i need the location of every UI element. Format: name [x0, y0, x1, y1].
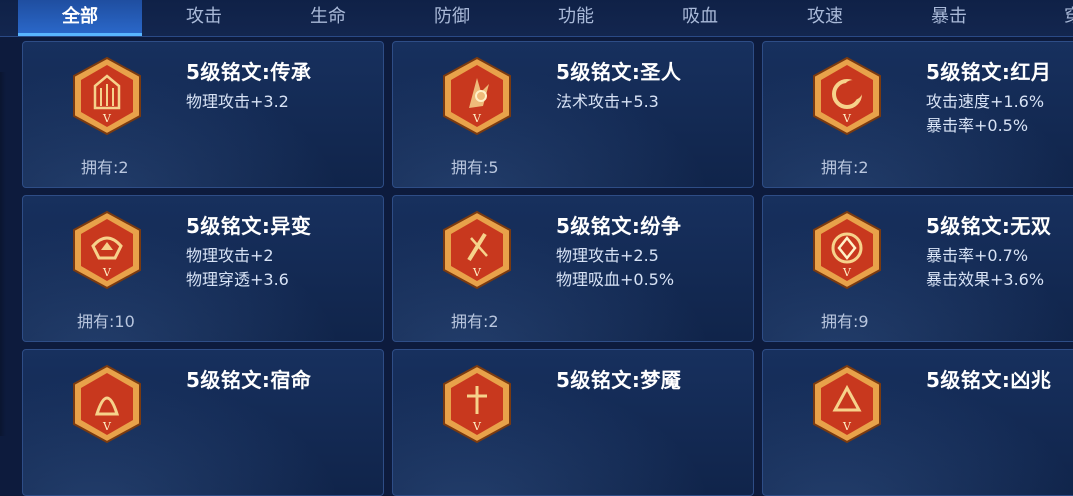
tab-health[interactable]: 生命 — [266, 0, 390, 36]
inscription-mengyan-icon: V — [441, 364, 513, 446]
inscription-name: 5级铭文:传承 — [186, 60, 312, 84]
tab-all[interactable]: 全部 — [18, 0, 142, 36]
owned-count: 拥有:10 — [77, 312, 135, 331]
level-glyph: V — [842, 112, 852, 125]
inscription-stat: 攻击速度+1.6% — [926, 92, 1045, 111]
level-glyph: V — [842, 266, 852, 279]
inscription-card[interactable]: V 5级铭文:无双暴击率+0.7% 暴击效果+3.6% 拥有:9 — [762, 195, 1073, 342]
inscription-stat: 物理攻击+3.2 — [186, 92, 289, 111]
owned-count: 拥有:2 — [451, 312, 499, 331]
inscription-wushuang-icon: V — [811, 210, 883, 292]
inscription-name: 5级铭文:凶兆 — [926, 368, 1052, 392]
inscription-name: 5级铭文:梦魇 — [556, 368, 682, 392]
inscription-stat: 物理穿透+3.6 — [186, 270, 289, 289]
inscription-suming-icon: V — [71, 364, 143, 446]
inscription-stat: 物理攻击+2.5 — [556, 246, 659, 265]
level-glyph: V — [102, 112, 112, 125]
inscription-stat: 暴击率+0.5% — [926, 116, 1029, 135]
inscription-name: 5级铭文:无双 — [926, 214, 1052, 238]
inscription-name: 5级铭文:宿命 — [186, 368, 312, 392]
inscription-name: 5级铭文:红月 — [926, 60, 1052, 84]
inscription-name: 5级铭文:圣人 — [556, 60, 682, 84]
tab-utility[interactable]: 功能 — [514, 0, 638, 36]
owned-count: 拥有:2 — [81, 158, 129, 177]
inscription-grid: V 5级铭文:传承物理攻击+3.2 拥有:2 V 5级铭文:圣人法术攻击+5.3 拥有:5… — [0, 36, 1073, 496]
owned-count: 拥有:9 — [821, 312, 869, 331]
category-tab-bar: 全部 攻击 生命 防御 功能 吸血 攻速 暴击 穿 — [0, 0, 1073, 37]
inscription-hongyue-icon: V — [811, 56, 883, 138]
inscription-fenzheng-icon: V — [441, 210, 513, 292]
inscription-card[interactable]: V 5级铭文:凶兆 — [762, 349, 1073, 496]
inscription-stat: 法术攻击+5.3 — [556, 92, 659, 111]
level-glyph: V — [102, 266, 112, 279]
inscription-card[interactable]: V 5级铭文:纷争物理攻击+2.5 物理吸血+0.5% 拥有:2 — [392, 195, 754, 342]
tab-lifesteal[interactable]: 吸血 — [638, 0, 762, 36]
level-glyph: V — [472, 112, 482, 125]
inscription-stat: 暴击效果+3.6% — [926, 270, 1045, 289]
level-glyph: V — [842, 420, 852, 433]
tab-critical[interactable]: 暴击 — [887, 0, 1011, 36]
inscription-name: 5级铭文:纷争 — [556, 214, 682, 238]
inscription-card[interactable]: V 5级铭文:传承物理攻击+3.2 拥有:2 — [22, 41, 384, 188]
tab-penetration[interactable]: 穿 — [1011, 0, 1073, 36]
inscription-card[interactable]: V 5级铭文:宿命 — [22, 349, 384, 496]
inscription-stat: 暴击率+0.7% — [926, 246, 1029, 265]
tab-attack[interactable]: 攻击 — [142, 0, 266, 36]
level-glyph: V — [472, 266, 482, 279]
inscription-name: 5级铭文:异变 — [186, 214, 312, 238]
inscription-shengren-icon: V — [441, 56, 513, 138]
level-glyph: V — [102, 420, 112, 433]
tab-attack-speed[interactable]: 攻速 — [763, 0, 887, 36]
owned-count: 拥有:2 — [821, 158, 869, 177]
inscription-stat: 物理吸血+0.5% — [556, 270, 675, 289]
tab-defense[interactable]: 防御 — [390, 0, 514, 36]
inscription-stat: 物理攻击+2 — [186, 246, 274, 265]
inscription-card[interactable]: V 5级铭文:梦魇 — [392, 349, 754, 496]
inscription-chuancheng-icon: V — [71, 56, 143, 138]
level-glyph: V — [472, 420, 482, 433]
inscription-card[interactable]: V 5级铭文:红月攻击速度+1.6% 暴击率+0.5% 拥有:2 — [762, 41, 1073, 188]
inscription-card[interactable]: V 5级铭文:圣人法术攻击+5.3 拥有:5 — [392, 41, 754, 188]
owned-count: 拥有:5 — [451, 158, 499, 177]
inscription-yibian-icon: V — [71, 210, 143, 292]
inscription-card[interactable]: V 5级铭文:异变物理攻击+2 物理穿透+3.6 拥有:10 — [22, 195, 384, 342]
inscription-xiongzhao-icon: V — [811, 364, 883, 446]
